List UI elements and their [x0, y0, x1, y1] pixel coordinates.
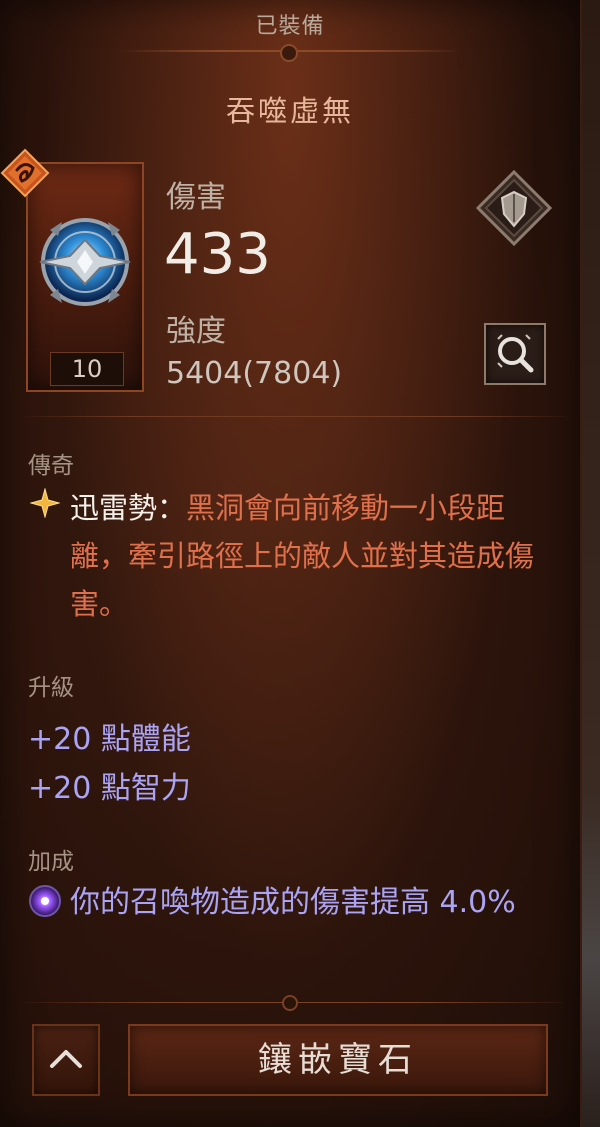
power-label: 強度: [166, 314, 226, 349]
divider-ornament: [280, 44, 298, 62]
glyph-orb-icon: [39, 218, 131, 306]
item-tooltip-panel: 已裝備 吞噬虛無 10 傷害 433 強度 5404(7804) 傳奇 迅雷勢：…: [0, 0, 583, 1127]
section-divider: [26, 416, 566, 417]
socket-gem-button[interactable]: 鑲嵌寶石: [128, 1024, 548, 1096]
legendary-section-title: 傳奇: [28, 453, 74, 479]
power-value: 5404(7804): [166, 356, 343, 391]
upgrade-line: +20 點智力: [28, 771, 191, 806]
damage-value: 433: [164, 222, 271, 287]
class-emblem-icon: [0, 148, 50, 198]
legendary-power-name: 迅雷勢：: [70, 491, 187, 525]
equipped-status: 已裝備: [255, 14, 325, 39]
magnifier-icon: [497, 334, 534, 373]
legendary-power-text: 迅雷勢：黑洞會向前移動一小段距離，牽引路徑上的敵人並對其造成傷害。: [70, 484, 540, 628]
upgrade-line: +20 點體能: [28, 722, 191, 757]
bonus-text: 你的召喚物造成的傷害提高 4.0%: [70, 885, 516, 920]
chevron-up-icon: [50, 1050, 82, 1068]
shield-icon[interactable]: [474, 168, 554, 248]
collapse-button[interactable]: [32, 1024, 100, 1096]
inspect-button[interactable]: [484, 323, 546, 385]
item-name: 吞噬虛無: [225, 94, 354, 128]
upgrade-section-title: 升級: [28, 675, 74, 701]
bonus-section-title: 加成: [28, 849, 74, 875]
background-strip: [582, 0, 600, 1127]
aspect-level: 10: [50, 352, 124, 386]
damage-label: 傷害: [166, 180, 226, 215]
legendary-star-icon: [30, 488, 60, 518]
bonus-orb-icon: [29, 885, 61, 917]
footer-divider-ornament: [282, 995, 298, 1011]
